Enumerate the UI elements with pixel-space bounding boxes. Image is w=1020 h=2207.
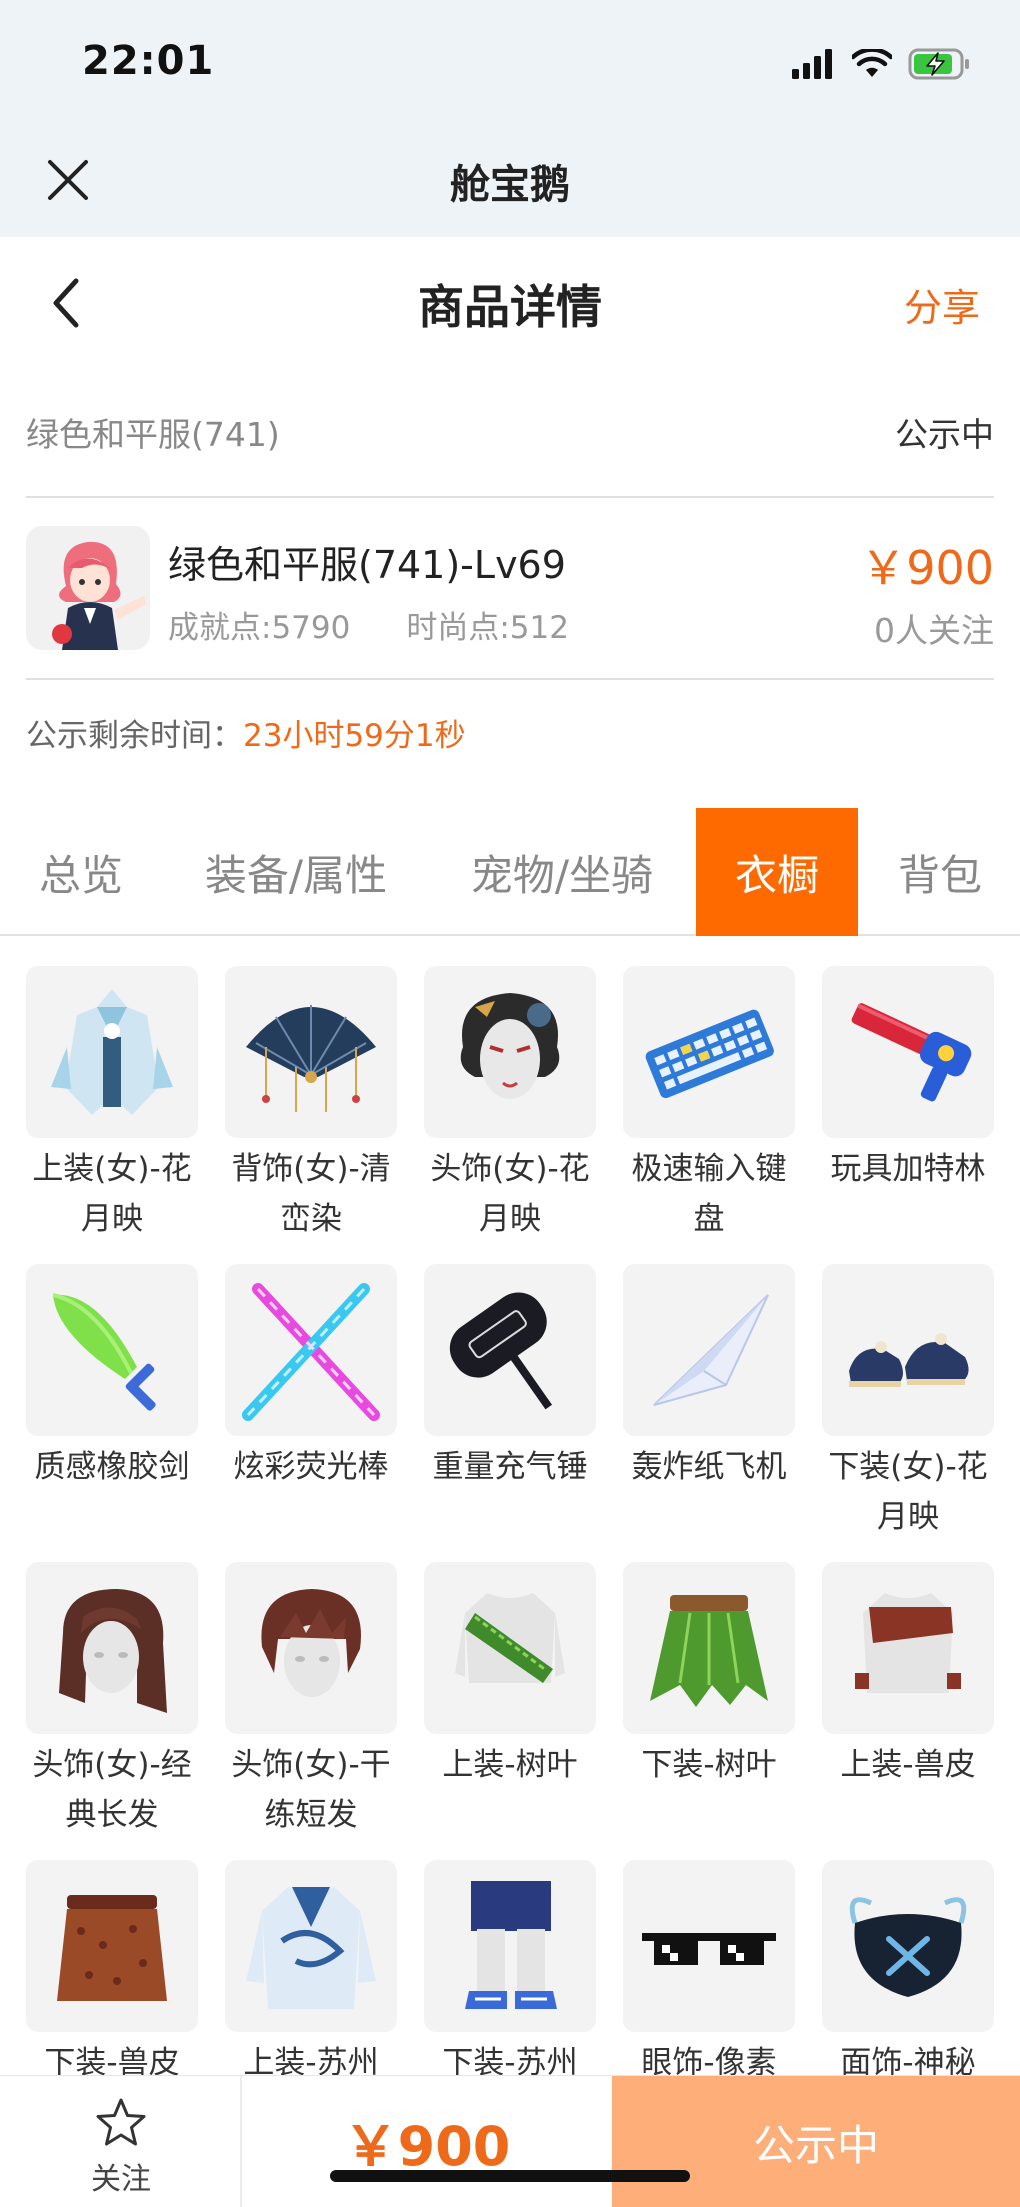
sword-icon bbox=[26, 1264, 198, 1436]
item-name: 头饰(女)-花月映 bbox=[430, 1151, 590, 1237]
tab-backpack[interactable]: 背包 bbox=[880, 808, 1000, 936]
fashion-points: 时尚点:512 bbox=[406, 610, 569, 646]
share-button[interactable]: 分享 bbox=[904, 277, 980, 332]
wardrobe-item[interactable]: 上装-苏州 bbox=[225, 1860, 397, 2076]
wardrobe-item[interactable]: 重量充气锤 bbox=[424, 1264, 596, 1492]
item-name: 极速输入键盘 bbox=[631, 1151, 787, 1237]
divider bbox=[26, 678, 994, 680]
item-name: 上装-兽皮 bbox=[840, 1747, 976, 1783]
wardrobe-item[interactable]: 上装-兽皮 bbox=[822, 1562, 994, 1790]
wardrobe-item[interactable]: 质感橡胶剑 bbox=[26, 1264, 198, 1492]
tab-wardrobe[interactable]: 衣橱 bbox=[696, 808, 858, 936]
wardrobe-grid: 上装(女)-花月映 背饰(女)-清峦染 头饰(女)-花月映 极速输入键盘 玩具加… bbox=[26, 966, 996, 2076]
keyboard-icon bbox=[623, 966, 795, 1138]
character-avatar bbox=[26, 526, 150, 650]
item-name: 上装-苏州 bbox=[243, 2045, 379, 2076]
leaf-skirt-icon bbox=[623, 1562, 795, 1734]
shoes-icon bbox=[822, 1264, 994, 1436]
item-name: 上装-树叶 bbox=[442, 1747, 578, 1783]
wardrobe-item[interactable]: 下装-兽皮 bbox=[26, 1860, 198, 2076]
item-name: 上装(女)-花月映 bbox=[32, 1151, 192, 1237]
item-name: 轰炸纸飞机 bbox=[631, 1449, 787, 1485]
divider bbox=[26, 496, 994, 498]
pixel-glasses-icon bbox=[623, 1860, 795, 2032]
mask-icon bbox=[822, 1860, 994, 2032]
item-name: 头饰(女)-干练短发 bbox=[231, 1747, 391, 1833]
signal-icon bbox=[792, 49, 832, 79]
remaining-time: 公示剩余时间：23小时59分1秒 bbox=[26, 710, 466, 755]
summary-row: 绿色和平服(741) 公示中 bbox=[26, 402, 994, 462]
item-name: 下装-兽皮 bbox=[44, 2045, 180, 2076]
tab-bar: 总览 装备/属性 宠物/坐骑 衣橱 背包 bbox=[0, 808, 1020, 936]
item-name: 炫彩荧光棒 bbox=[233, 1449, 389, 1485]
item-name: 眼饰-像素 bbox=[641, 2045, 777, 2076]
page-title: 商品详情 bbox=[418, 280, 602, 334]
star-icon bbox=[96, 2098, 146, 2146]
summary-name: 绿色和平服(741) bbox=[26, 415, 280, 454]
battery-icon bbox=[908, 48, 969, 80]
achievement-points: 成就点:5790 bbox=[168, 610, 351, 646]
summary-status: 公示中 bbox=[895, 415, 994, 454]
wardrobe-item[interactable]: 下装-树叶 bbox=[623, 1562, 795, 1790]
follower-count: 0人关注 bbox=[874, 611, 994, 650]
follow-label: 关注 bbox=[91, 2162, 151, 2197]
home-indicator bbox=[330, 2170, 690, 2182]
product-name: 绿色和平服(741)-Lv69 bbox=[168, 543, 566, 587]
item-name: 重量充气锤 bbox=[432, 1449, 588, 1485]
item-name: 下装-树叶 bbox=[641, 1747, 777, 1783]
bottom-action-bar: 关注 ￥900 公示中 bbox=[0, 2075, 1020, 2207]
toy-gun-icon bbox=[822, 966, 994, 1138]
top-app-bar: 22:01 舱宝鹅 bbox=[0, 0, 1020, 237]
remaining-label: 公示剩余时间： bbox=[26, 718, 243, 754]
wardrobe-item[interactable]: 轰炸纸飞机 bbox=[623, 1264, 795, 1492]
wardrobe-item[interactable]: 下装-苏州 bbox=[424, 1860, 596, 2076]
item-name: 下装-苏州 bbox=[442, 2045, 578, 2076]
hair-icon bbox=[26, 1562, 198, 1734]
glowstick-icon bbox=[225, 1264, 397, 1436]
wardrobe-item[interactable]: 头饰(女)-花月映 bbox=[424, 966, 596, 1244]
product-stats: 成就点:5790 时尚点:512 bbox=[168, 602, 569, 647]
remaining-value: 23小时59分1秒 bbox=[243, 718, 466, 754]
item-name: 背饰(女)-清峦染 bbox=[231, 1151, 391, 1237]
wardrobe-item[interactable]: 头饰(女)-干练短发 bbox=[225, 1562, 397, 1840]
wardrobe-item[interactable]: 下装(女)-花月映 bbox=[822, 1264, 994, 1542]
follow-button[interactable]: 关注 bbox=[0, 2076, 242, 2207]
fur-skirt-icon bbox=[26, 1860, 198, 2032]
suzhou-pants-icon bbox=[424, 1860, 596, 2032]
product-card[interactable]: 绿色和平服(741)-Lv69 成就点:5790 时尚点:512 ￥900 0人… bbox=[26, 524, 994, 654]
page-header: 商品详情 分享 bbox=[0, 237, 1020, 367]
fur-top-icon bbox=[822, 1562, 994, 1734]
wifi-icon bbox=[852, 49, 892, 77]
fan-icon bbox=[225, 966, 397, 1138]
wardrobe-item[interactable]: 头饰(女)-经典长发 bbox=[26, 1562, 198, 1840]
hair-icon bbox=[225, 1562, 397, 1734]
wardrobe-item[interactable]: 眼饰-像素 bbox=[623, 1860, 795, 2076]
leaf-top-icon bbox=[424, 1562, 596, 1734]
status-icons bbox=[792, 44, 972, 84]
app-title: 舱宝鹅 bbox=[450, 162, 570, 208]
hammer-icon bbox=[424, 1264, 596, 1436]
wardrobe-item[interactable]: 背饰(女)-清峦染 bbox=[225, 966, 397, 1244]
wardrobe-item[interactable]: 炫彩荧光棒 bbox=[225, 1264, 397, 1492]
outfit-icon bbox=[26, 966, 198, 1138]
wardrobe-item[interactable]: 玩具加特林 bbox=[822, 966, 994, 1194]
item-name: 面饰-神秘 bbox=[840, 2045, 976, 2076]
item-name: 玩具加特林 bbox=[830, 1151, 986, 1187]
tab-pets[interactable]: 宠物/坐骑 bbox=[452, 808, 672, 936]
publicity-status-button[interactable]: 公示中 bbox=[612, 2076, 1020, 2207]
item-name: 质感橡胶剑 bbox=[34, 1449, 190, 1485]
item-name: 下装(女)-花月映 bbox=[828, 1449, 988, 1535]
tab-overview[interactable]: 总览 bbox=[16, 808, 146, 936]
item-name: 头饰(女)-经典长发 bbox=[32, 1747, 192, 1833]
suzhou-top-icon bbox=[225, 1860, 397, 2032]
status-time: 22:01 bbox=[82, 38, 215, 84]
headdress-icon bbox=[424, 966, 596, 1138]
wardrobe-item[interactable]: 极速输入键盘 bbox=[623, 966, 795, 1244]
product-price: ￥900 bbox=[860, 541, 994, 595]
paper-plane-icon bbox=[623, 1264, 795, 1436]
wardrobe-item[interactable]: 上装(女)-花月映 bbox=[26, 966, 198, 1244]
wardrobe-item[interactable]: 面饰-神秘 bbox=[822, 1860, 994, 2076]
tab-equipment[interactable]: 装备/属性 bbox=[186, 808, 406, 936]
wardrobe-item[interactable]: 上装-树叶 bbox=[424, 1562, 596, 1790]
